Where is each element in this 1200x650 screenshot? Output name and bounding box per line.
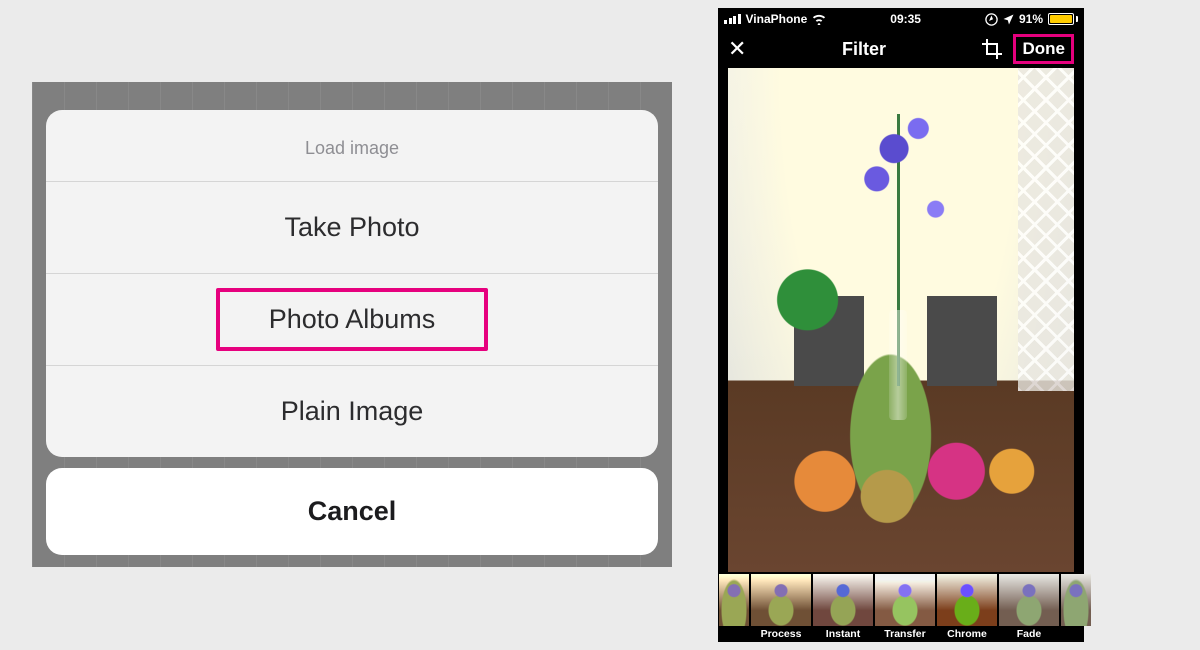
nav-bar: ✕ Filter Done xyxy=(718,30,1084,68)
filter-label: Fade xyxy=(998,626,1060,642)
phone-screenshot: VinaPhone 09:35 91% ✕ Filt xyxy=(718,8,1084,642)
close-button[interactable]: ✕ xyxy=(728,38,746,60)
filter-label xyxy=(718,626,750,642)
battery-percent-label: 91% xyxy=(1019,12,1043,26)
filter-thumb xyxy=(719,574,749,626)
filter-strip[interactable]: Process Instant Transfer Chrome Fade xyxy=(718,572,1084,642)
location-icon xyxy=(1003,14,1014,25)
cancel-button-label: Cancel xyxy=(308,496,397,526)
carrier-label: VinaPhone xyxy=(746,12,808,26)
photo-preview[interactable] xyxy=(728,68,1074,572)
filter-chrome[interactable]: Chrome xyxy=(936,572,998,642)
filter-label: Transfer xyxy=(874,626,936,642)
filter-thumb xyxy=(875,574,935,626)
action-sheet-option-plain-image[interactable]: Plain Image xyxy=(46,365,658,457)
action-sheet-screenshot: Load image Take Photo Photo Albums Plain… xyxy=(32,82,672,567)
status-bar: VinaPhone 09:35 91% xyxy=(718,8,1084,30)
filter-thumb-edge-left[interactable] xyxy=(718,572,750,642)
highlight-box xyxy=(216,288,488,351)
page-title: Filter xyxy=(842,39,886,60)
filter-instant[interactable]: Instant xyxy=(812,572,874,642)
action-sheet-title: Load image xyxy=(46,110,658,181)
compass-icon xyxy=(985,13,998,26)
filter-process[interactable]: Process xyxy=(750,572,812,642)
filter-label: Process xyxy=(750,626,812,642)
filter-label: Instant xyxy=(812,626,874,642)
filter-transfer[interactable]: Transfer xyxy=(874,572,936,642)
action-sheet-option-take-photo[interactable]: Take Photo xyxy=(46,181,658,273)
filter-thumb xyxy=(751,574,811,626)
filter-label xyxy=(1060,626,1092,642)
done-button-label: Done xyxy=(1022,39,1065,58)
action-sheet-option-label: Take Photo xyxy=(284,212,419,242)
filter-thumb xyxy=(999,574,1059,626)
action-sheet-option-photo-albums[interactable]: Photo Albums xyxy=(46,273,658,365)
action-sheet: Load image Take Photo Photo Albums Plain… xyxy=(46,110,658,457)
filter-thumb xyxy=(1061,574,1091,626)
filter-thumb xyxy=(937,574,997,626)
filter-thumb xyxy=(813,574,873,626)
battery-icon xyxy=(1048,13,1078,25)
cancel-button[interactable]: Cancel xyxy=(46,468,658,555)
filter-label: Chrome xyxy=(936,626,998,642)
action-sheet-option-label: Plain Image xyxy=(281,396,424,426)
done-button[interactable]: Done xyxy=(1013,34,1074,64)
signal-bars-icon xyxy=(724,14,741,24)
wifi-icon xyxy=(812,14,826,25)
photo-content xyxy=(728,68,1074,572)
clock-label: 09:35 xyxy=(890,12,921,26)
filter-fade[interactable]: Fade xyxy=(998,572,1060,642)
filter-thumb-edge-right[interactable] xyxy=(1060,572,1092,642)
crop-icon[interactable] xyxy=(981,38,1003,60)
